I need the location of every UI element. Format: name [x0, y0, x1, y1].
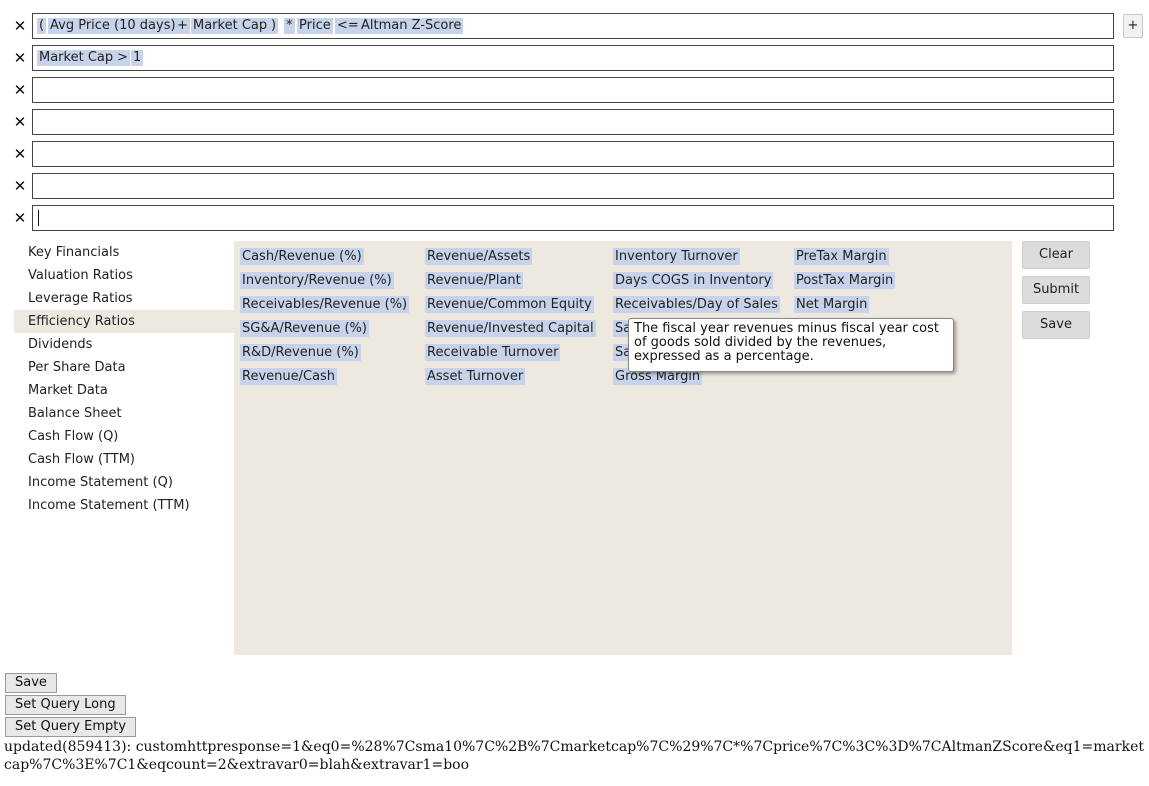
query-row: ✕ [0, 173, 1149, 199]
remove-row-icon[interactable]: ✕ [13, 114, 27, 130]
query-token[interactable]: Market Cap [37, 50, 116, 66]
metric-item[interactable]: PreTax Margin [794, 248, 889, 265]
category-dividends[interactable]: Dividends [14, 333, 234, 356]
query-token[interactable]: * [284, 18, 295, 34]
category-valuation-ratios[interactable]: Valuation Ratios [14, 264, 234, 287]
category-leverage-ratios[interactable]: Leverage Ratios [14, 287, 234, 310]
query-row: ✕ [0, 77, 1149, 103]
query-token[interactable]: <= [335, 18, 361, 34]
metric-item[interactable]: Revenue/Assets [425, 248, 533, 265]
metric-item[interactable]: Receivables/Day of Sales [613, 296, 780, 313]
metric-item[interactable]: Asset Turnover [425, 368, 526, 385]
category-per-share-data[interactable]: Per Share Data [14, 356, 234, 379]
remove-row-icon[interactable]: ✕ [13, 50, 27, 66]
query-row: ✕ [0, 205, 1149, 231]
remove-row-icon[interactable]: ✕ [13, 178, 27, 194]
category-balance-sheet[interactable]: Balance Sheet [14, 402, 234, 425]
metric-item[interactable]: Inventory/Revenue (%) [240, 272, 394, 289]
query-token[interactable]: > [115, 50, 130, 66]
query-input[interactable] [32, 173, 1114, 199]
query-row: ✕ [0, 141, 1149, 167]
metric-item[interactable]: Net Margin [794, 296, 870, 313]
query-row: ✕ Market Cap > 1 [0, 45, 1149, 71]
category-key-financials[interactable]: Key Financials [14, 241, 234, 264]
metric-item[interactable]: Revenue/Cash [240, 368, 338, 385]
set-query-empty-button[interactable]: Set Query Empty [5, 717, 137, 737]
remove-row-icon[interactable]: ✕ [13, 146, 27, 162]
metric-item[interactable]: Revenue/Common Equity [425, 296, 594, 313]
query-token[interactable]: 1 [131, 50, 144, 66]
query-token[interactable]: Altman Z-Score [359, 18, 464, 34]
query-row: ✕ [0, 109, 1149, 135]
set-query-long-button[interactable]: Set Query Long [5, 695, 126, 715]
metric-item[interactable]: Revenue/Invested Capital [425, 320, 596, 337]
category-income-statement-ttm[interactable]: Income Statement (TTM) [14, 494, 234, 517]
remove-row-icon[interactable]: ✕ [13, 18, 27, 34]
query-token[interactable]: ( [37, 18, 47, 34]
query-input[interactable]: Market Cap > 1 [32, 45, 1114, 71]
query-token[interactable]: Avg Price (10 days) [48, 18, 178, 34]
clear-button[interactable]: Clear [1022, 241, 1090, 269]
query-row: ✕ ( Avg Price (10 days) + Market Cap ) *… [0, 13, 1149, 39]
add-row-button[interactable]: + [1123, 14, 1143, 38]
metric-item[interactable]: SG&A/Revenue (%) [240, 320, 369, 337]
metric-tooltip: The fiscal year revenues minus fiscal ye… [628, 318, 954, 372]
metric-item[interactable]: PostTax Margin [794, 272, 896, 289]
save-query-button[interactable]: Save [5, 673, 57, 693]
remove-row-icon[interactable]: ✕ [13, 82, 27, 98]
metric-item[interactable]: Cash/Revenue (%) [240, 248, 364, 265]
category-income-statement-q[interactable]: Income Statement (Q) [14, 471, 234, 494]
query-input[interactable] [32, 77, 1114, 103]
metric-item[interactable]: R&D/Revenue (%) [240, 344, 361, 361]
query-token[interactable]: Price [297, 18, 333, 34]
metric-item[interactable]: Inventory Turnover [613, 248, 740, 265]
save-button[interactable]: Save [1022, 311, 1090, 339]
query-input[interactable] [32, 141, 1114, 167]
query-token[interactable]: + [175, 18, 190, 34]
category-cash-flow-ttm[interactable]: Cash Flow (TTM) [14, 448, 234, 471]
remove-row-icon[interactable]: ✕ [13, 210, 27, 226]
query-input-focused[interactable] [32, 205, 1114, 231]
metric-item[interactable]: Receivables/Revenue (%) [240, 296, 410, 313]
status-output: updated(859413): customhttpresponse=1&eq… [4, 739, 1144, 773]
metric-item[interactable]: Receivable Turnover [425, 344, 561, 361]
text-caret [38, 210, 39, 226]
query-token[interactable]: ) [269, 18, 279, 34]
submit-button[interactable]: Submit [1022, 276, 1090, 304]
metric-item[interactable]: Days COGS in Inventory [613, 272, 774, 289]
category-market-data[interactable]: Market Data [14, 379, 234, 402]
category-cash-flow-q[interactable]: Cash Flow (Q) [14, 425, 234, 448]
query-input[interactable]: ( Avg Price (10 days) + Market Cap ) * P… [32, 13, 1114, 39]
query-input[interactable] [32, 109, 1114, 135]
metric-item[interactable]: Revenue/Plant [425, 272, 523, 289]
category-efficiency-ratios[interactable]: Efficiency Ratios [14, 310, 234, 333]
query-token[interactable]: Market Cap [191, 18, 270, 34]
